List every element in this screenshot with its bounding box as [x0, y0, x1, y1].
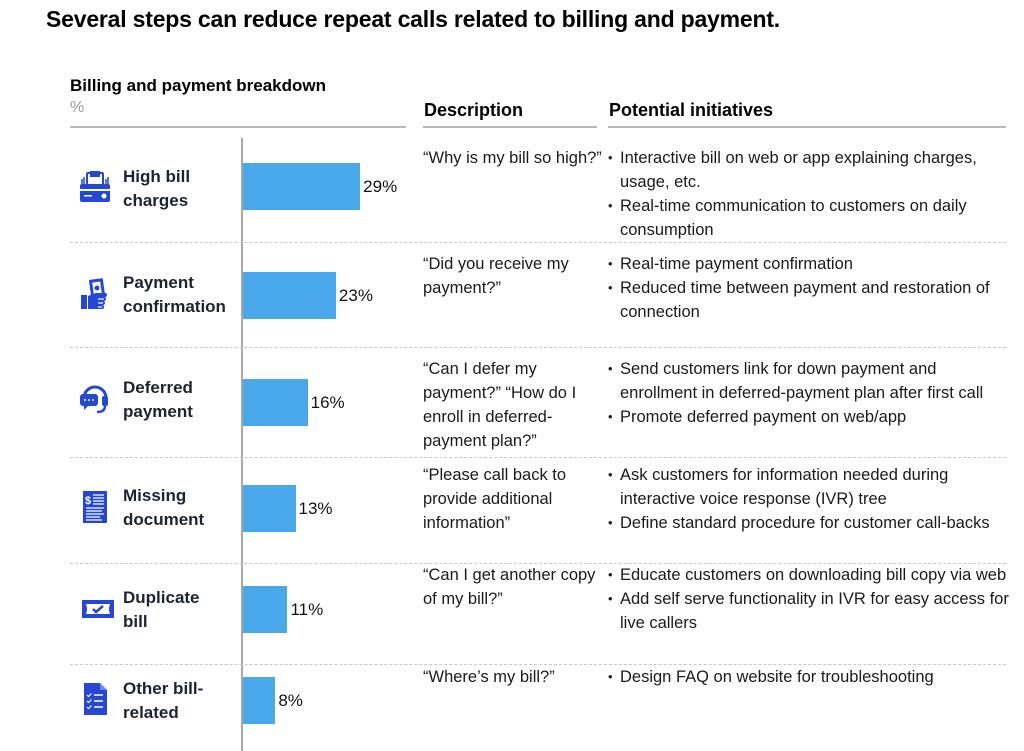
page-title: Several steps can reduce repeat calls re… [46, 6, 780, 32]
initiative-item: Add self serve functionality in IVR for … [608, 587, 1018, 635]
description-text: “Please call back to provide additional … [423, 466, 567, 532]
category-label: Payment confirmation [123, 273, 226, 316]
initiative-item: Ask customers for information needed dur… [608, 463, 1018, 511]
description-text: “Did you receive my payment?” [423, 255, 569, 297]
bar-deferred-payment [243, 379, 308, 426]
checklist-document-icon [78, 682, 112, 716]
initiatives-list: Real-time payment confirmationReduced ti… [608, 252, 1018, 324]
initiative-item: Interactive bill on web or app explainin… [608, 146, 1018, 194]
receipt-icon: $ [78, 490, 112, 524]
ticket-check-icon [78, 592, 114, 626]
chart-axis [241, 138, 243, 751]
bar-other-bill-related [243, 677, 276, 724]
header-rule-chart [70, 126, 406, 128]
bar-high-bill-charges [243, 163, 361, 210]
description-text: “Can I defer my payment?” “How do I enro… [423, 360, 577, 450]
bar-value-label: 23% [338, 286, 373, 305]
initiative-item: Real-time payment confirmation [608, 252, 1018, 276]
initiative-item: Reduced time between payment and restora… [608, 276, 1018, 324]
headset-chat-icon [78, 382, 112, 416]
description-text: “Can I get another copy of my bill?” [423, 566, 596, 608]
description-text: “Why is my bill so high?” [423, 149, 602, 167]
initiative-item: Design FAQ on website for troubleshootin… [608, 665, 1018, 689]
category-label: Duplicate bill [123, 588, 200, 631]
initiative-item: Define standard procedure for customer c… [608, 511, 1018, 535]
row-separator [70, 242, 1006, 243]
row-separator [70, 347, 1006, 348]
initiatives-list: Design FAQ on website for troubleshootin… [608, 665, 1018, 689]
description-text: “Where’s my bill?” [423, 668, 555, 686]
bar-missing-document [243, 485, 296, 532]
chart-title: Billing and payment breakdown [70, 76, 326, 95]
initiatives-header: Potential initiatives [609, 100, 774, 120]
header-rule-initiatives [608, 126, 1006, 128]
header-rule-description [423, 126, 597, 128]
initiatives-list: Interactive bill on web or app explainin… [608, 146, 1018, 242]
initiative-item: Real-time communication to customers on … [608, 194, 1018, 242]
unit-label: % [70, 99, 85, 116]
bar-payment-confirmation [243, 272, 336, 319]
category-label: High bill charges [123, 167, 191, 210]
category-label: Other bill-related [123, 679, 204, 722]
description-header: Description [424, 100, 524, 120]
initiatives-list: Send customers link for down payment and… [608, 357, 1018, 429]
credit-card-icon [78, 170, 112, 204]
initiative-item: Promote deferred payment on web/app [608, 405, 1018, 429]
bar-value-label: 16% [310, 393, 345, 412]
bar-value-label: 8% [278, 691, 303, 710]
category-label: Missing document [123, 486, 205, 529]
bar-duplicate-bill [243, 586, 288, 633]
bar-value-label: 13% [298, 499, 333, 518]
initiative-item: Send customers link for down payment and… [608, 357, 1018, 405]
initiatives-list: Ask customers for information needed dur… [608, 463, 1018, 535]
hand-cash-icon [78, 277, 112, 311]
initiatives-list: Educate customers on downloading bill co… [608, 563, 1018, 635]
category-label: Deferred payment [123, 378, 193, 421]
initiative-item: Educate customers on downloading bill co… [608, 563, 1018, 587]
svg-text:$: $ [85, 495, 91, 507]
bar-value-label: 29% [363, 177, 398, 196]
bar-value-label: 11% [290, 600, 324, 619]
row-separator [70, 457, 1006, 458]
